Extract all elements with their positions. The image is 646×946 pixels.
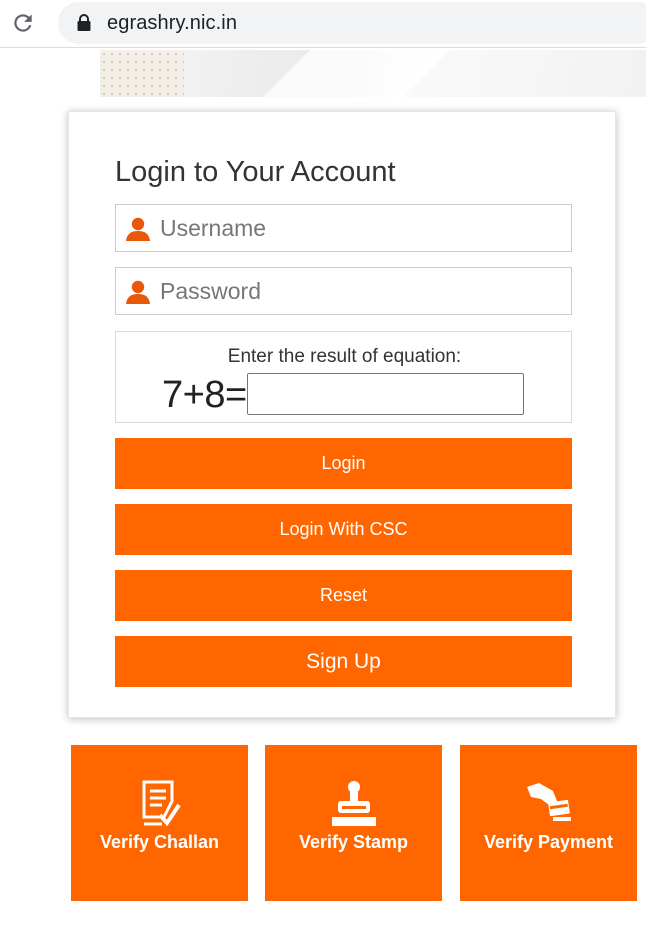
url-text: egrashry.nic.in bbox=[107, 12, 238, 34]
banner-stripe bbox=[230, 50, 470, 97]
captcha-equation: 7+8= bbox=[162, 374, 247, 416]
login-card: Login to Your Account Enter the result o… bbox=[68, 111, 616, 718]
password-input[interactable] bbox=[160, 268, 565, 314]
verify-payment-label: Verify Payment bbox=[483, 832, 614, 852]
username-field[interactable] bbox=[115, 204, 572, 252]
login-button[interactable]: Login bbox=[115, 438, 572, 489]
verify-challan-tile[interactable]: Verify Challan bbox=[71, 745, 248, 901]
verify-stamp-tile[interactable]: Verify Stamp bbox=[265, 745, 442, 901]
reset-button[interactable]: Reset bbox=[115, 570, 572, 621]
login-title: Login to Your Account bbox=[115, 156, 396, 188]
password-field[interactable] bbox=[115, 267, 572, 315]
signup-button[interactable]: Sign Up bbox=[115, 636, 572, 687]
captcha-label: Enter the result of equation: bbox=[227, 346, 462, 367]
user-icon bbox=[126, 217, 150, 241]
lock-icon[interactable] bbox=[76, 14, 92, 32]
verify-payment-tile[interactable]: Verify Payment bbox=[460, 745, 637, 901]
address-bar[interactable]: egrashry.nic.in bbox=[58, 2, 646, 44]
banner-pattern bbox=[100, 50, 184, 97]
card-payment-icon bbox=[526, 783, 571, 821]
user-icon bbox=[126, 280, 150, 304]
header-banner bbox=[100, 50, 646, 97]
verify-challan-label: Verify Challan bbox=[99, 832, 220, 852]
verify-stamp-label: Verify Stamp bbox=[298, 832, 409, 852]
reload-icon[interactable] bbox=[10, 10, 36, 36]
document-check-icon bbox=[142, 780, 181, 827]
username-input[interactable] bbox=[160, 205, 565, 251]
captcha-input[interactable] bbox=[247, 373, 524, 415]
stamp-icon bbox=[331, 781, 376, 826]
captcha-box: Enter the result of equation: 7+8= bbox=[115, 331, 572, 423]
browser-toolbar: egrashry.nic.in bbox=[0, 0, 646, 48]
login-csc-button[interactable]: Login With CSC bbox=[115, 504, 572, 555]
